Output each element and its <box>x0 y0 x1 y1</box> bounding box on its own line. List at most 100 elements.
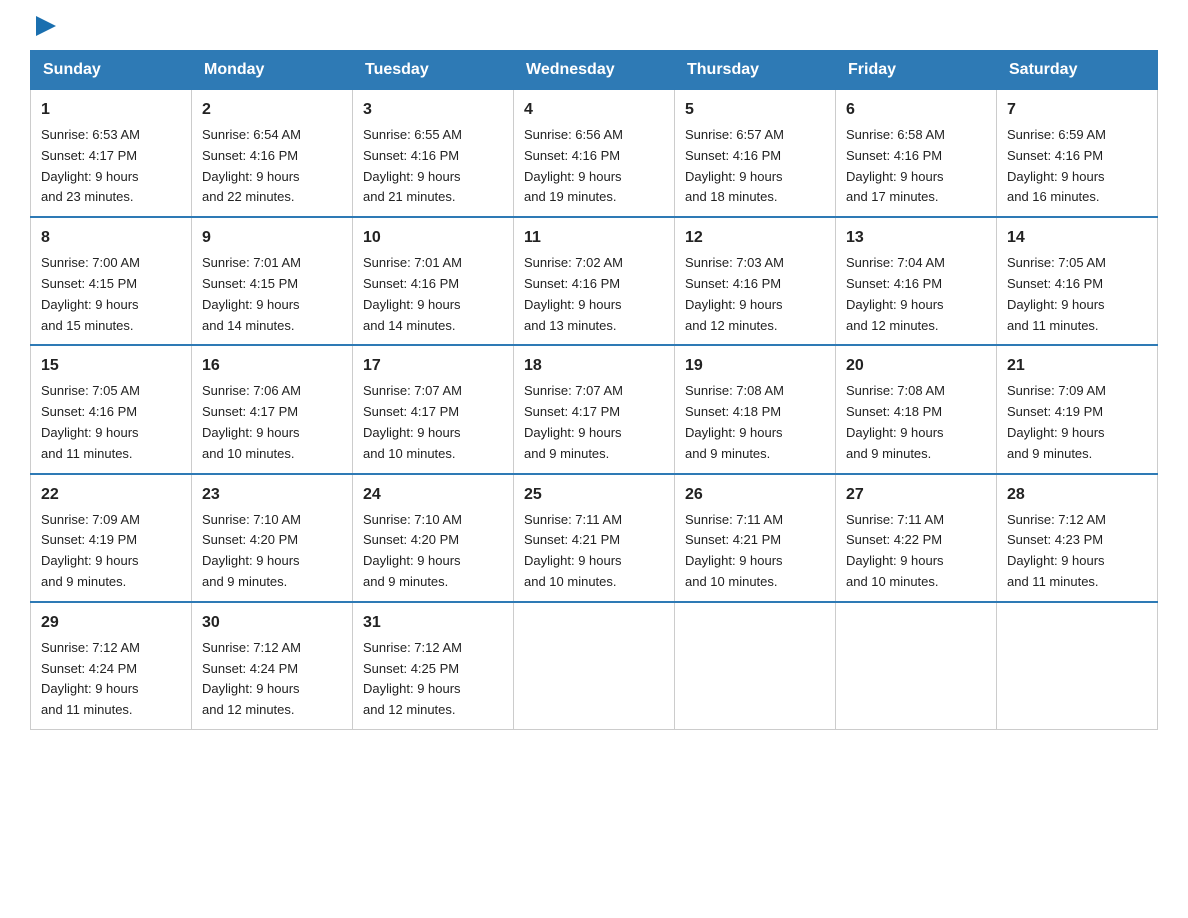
day-info: Sunrise: 7:06 AM Sunset: 4:17 PM Dayligh… <box>202 383 301 460</box>
calendar-cell: 24 Sunrise: 7:10 AM Sunset: 4:20 PM Dayl… <box>353 474 514 602</box>
calendar-cell: 17 Sunrise: 7:07 AM Sunset: 4:17 PM Dayl… <box>353 345 514 473</box>
day-number: 10 <box>363 226 503 250</box>
calendar-header-wednesday: Wednesday <box>514 51 675 90</box>
calendar-cell: 18 Sunrise: 7:07 AM Sunset: 4:17 PM Dayl… <box>514 345 675 473</box>
calendar-week-row: 22 Sunrise: 7:09 AM Sunset: 4:19 PM Dayl… <box>31 474 1158 602</box>
calendar-cell: 13 Sunrise: 7:04 AM Sunset: 4:16 PM Dayl… <box>836 217 997 345</box>
day-info: Sunrise: 7:12 AM Sunset: 4:25 PM Dayligh… <box>363 640 462 717</box>
day-info: Sunrise: 6:58 AM Sunset: 4:16 PM Dayligh… <box>846 127 945 204</box>
calendar-header-tuesday: Tuesday <box>353 51 514 90</box>
day-number: 22 <box>41 483 181 507</box>
day-info: Sunrise: 6:59 AM Sunset: 4:16 PM Dayligh… <box>1007 127 1106 204</box>
day-info: Sunrise: 7:11 AM Sunset: 4:21 PM Dayligh… <box>685 512 783 589</box>
calendar-cell: 8 Sunrise: 7:00 AM Sunset: 4:15 PM Dayli… <box>31 217 192 345</box>
calendar-cell: 16 Sunrise: 7:06 AM Sunset: 4:17 PM Dayl… <box>192 345 353 473</box>
calendar-cell <box>836 602 997 730</box>
calendar-header-friday: Friday <box>836 51 997 90</box>
day-info: Sunrise: 7:07 AM Sunset: 4:17 PM Dayligh… <box>363 383 462 460</box>
day-number: 5 <box>685 98 825 122</box>
calendar-header-row: SundayMondayTuesdayWednesdayThursdayFrid… <box>31 51 1158 90</box>
calendar-cell: 3 Sunrise: 6:55 AM Sunset: 4:16 PM Dayli… <box>353 90 514 218</box>
calendar-cell: 10 Sunrise: 7:01 AM Sunset: 4:16 PM Dayl… <box>353 217 514 345</box>
day-number: 25 <box>524 483 664 507</box>
calendar-cell: 5 Sunrise: 6:57 AM Sunset: 4:16 PM Dayli… <box>675 90 836 218</box>
day-number: 19 <box>685 354 825 378</box>
day-number: 18 <box>524 354 664 378</box>
calendar-cell: 30 Sunrise: 7:12 AM Sunset: 4:24 PM Dayl… <box>192 602 353 730</box>
day-info: Sunrise: 7:05 AM Sunset: 4:16 PM Dayligh… <box>41 383 140 460</box>
day-number: 16 <box>202 354 342 378</box>
calendar-cell: 15 Sunrise: 7:05 AM Sunset: 4:16 PM Dayl… <box>31 345 192 473</box>
day-number: 28 <box>1007 483 1147 507</box>
day-number: 27 <box>846 483 986 507</box>
calendar-cell: 4 Sunrise: 6:56 AM Sunset: 4:16 PM Dayli… <box>514 90 675 218</box>
day-number: 24 <box>363 483 503 507</box>
day-info: Sunrise: 7:12 AM Sunset: 4:23 PM Dayligh… <box>1007 512 1106 589</box>
day-info: Sunrise: 7:04 AM Sunset: 4:16 PM Dayligh… <box>846 255 945 332</box>
calendar-table: SundayMondayTuesdayWednesdayThursdayFrid… <box>30 50 1158 730</box>
calendar-cell: 20 Sunrise: 7:08 AM Sunset: 4:18 PM Dayl… <box>836 345 997 473</box>
day-info: Sunrise: 6:56 AM Sunset: 4:16 PM Dayligh… <box>524 127 623 204</box>
logo <box>30 20 60 40</box>
day-number: 23 <box>202 483 342 507</box>
calendar-cell <box>514 602 675 730</box>
day-info: Sunrise: 6:57 AM Sunset: 4:16 PM Dayligh… <box>685 127 784 204</box>
calendar-cell: 31 Sunrise: 7:12 AM Sunset: 4:25 PM Dayl… <box>353 602 514 730</box>
day-info: Sunrise: 7:10 AM Sunset: 4:20 PM Dayligh… <box>363 512 462 589</box>
calendar-week-row: 15 Sunrise: 7:05 AM Sunset: 4:16 PM Dayl… <box>31 345 1158 473</box>
calendar-cell: 2 Sunrise: 6:54 AM Sunset: 4:16 PM Dayli… <box>192 90 353 218</box>
day-number: 7 <box>1007 98 1147 122</box>
calendar-header-sunday: Sunday <box>31 51 192 90</box>
calendar-header-thursday: Thursday <box>675 51 836 90</box>
calendar-cell: 14 Sunrise: 7:05 AM Sunset: 4:16 PM Dayl… <box>997 217 1158 345</box>
day-info: Sunrise: 7:08 AM Sunset: 4:18 PM Dayligh… <box>846 383 945 460</box>
day-info: Sunrise: 7:00 AM Sunset: 4:15 PM Dayligh… <box>41 255 140 332</box>
day-number: 4 <box>524 98 664 122</box>
calendar-cell: 23 Sunrise: 7:10 AM Sunset: 4:20 PM Dayl… <box>192 474 353 602</box>
day-info: Sunrise: 7:10 AM Sunset: 4:20 PM Dayligh… <box>202 512 301 589</box>
day-info: Sunrise: 7:12 AM Sunset: 4:24 PM Dayligh… <box>41 640 140 717</box>
day-info: Sunrise: 7:11 AM Sunset: 4:21 PM Dayligh… <box>524 512 622 589</box>
day-info: Sunrise: 7:03 AM Sunset: 4:16 PM Dayligh… <box>685 255 784 332</box>
calendar-cell: 25 Sunrise: 7:11 AM Sunset: 4:21 PM Dayl… <box>514 474 675 602</box>
calendar-header-monday: Monday <box>192 51 353 90</box>
calendar-cell: 28 Sunrise: 7:12 AM Sunset: 4:23 PM Dayl… <box>997 474 1158 602</box>
calendar-cell: 22 Sunrise: 7:09 AM Sunset: 4:19 PM Dayl… <box>31 474 192 602</box>
day-info: Sunrise: 7:01 AM Sunset: 4:15 PM Dayligh… <box>202 255 301 332</box>
calendar-cell <box>997 602 1158 730</box>
day-info: Sunrise: 6:53 AM Sunset: 4:17 PM Dayligh… <box>41 127 140 204</box>
day-number: 9 <box>202 226 342 250</box>
day-info: Sunrise: 7:01 AM Sunset: 4:16 PM Dayligh… <box>363 255 462 332</box>
day-info: Sunrise: 7:02 AM Sunset: 4:16 PM Dayligh… <box>524 255 623 332</box>
day-number: 21 <box>1007 354 1147 378</box>
day-number: 2 <box>202 98 342 122</box>
page-header <box>30 20 1158 40</box>
day-number: 20 <box>846 354 986 378</box>
day-info: Sunrise: 7:09 AM Sunset: 4:19 PM Dayligh… <box>1007 383 1106 460</box>
calendar-cell: 7 Sunrise: 6:59 AM Sunset: 4:16 PM Dayli… <box>997 90 1158 218</box>
day-info: Sunrise: 6:54 AM Sunset: 4:16 PM Dayligh… <box>202 127 301 204</box>
calendar-cell: 26 Sunrise: 7:11 AM Sunset: 4:21 PM Dayl… <box>675 474 836 602</box>
calendar-week-row: 1 Sunrise: 6:53 AM Sunset: 4:17 PM Dayli… <box>31 90 1158 218</box>
day-info: Sunrise: 7:08 AM Sunset: 4:18 PM Dayligh… <box>685 383 784 460</box>
day-number: 3 <box>363 98 503 122</box>
calendar-cell: 6 Sunrise: 6:58 AM Sunset: 4:16 PM Dayli… <box>836 90 997 218</box>
calendar-week-row: 8 Sunrise: 7:00 AM Sunset: 4:15 PM Dayli… <box>31 217 1158 345</box>
day-number: 17 <box>363 354 503 378</box>
day-number: 31 <box>363 611 503 635</box>
calendar-cell: 21 Sunrise: 7:09 AM Sunset: 4:19 PM Dayl… <box>997 345 1158 473</box>
day-info: Sunrise: 6:55 AM Sunset: 4:16 PM Dayligh… <box>363 127 462 204</box>
logo-triangle-icon <box>32 12 60 40</box>
day-number: 6 <box>846 98 986 122</box>
day-number: 11 <box>524 226 664 250</box>
calendar-header-saturday: Saturday <box>997 51 1158 90</box>
calendar-cell: 12 Sunrise: 7:03 AM Sunset: 4:16 PM Dayl… <box>675 217 836 345</box>
calendar-cell: 1 Sunrise: 6:53 AM Sunset: 4:17 PM Dayli… <box>31 90 192 218</box>
calendar-cell <box>675 602 836 730</box>
day-number: 8 <box>41 226 181 250</box>
calendar-cell: 19 Sunrise: 7:08 AM Sunset: 4:18 PM Dayl… <box>675 345 836 473</box>
calendar-cell: 9 Sunrise: 7:01 AM Sunset: 4:15 PM Dayli… <box>192 217 353 345</box>
day-number: 26 <box>685 483 825 507</box>
day-info: Sunrise: 7:12 AM Sunset: 4:24 PM Dayligh… <box>202 640 301 717</box>
calendar-cell: 11 Sunrise: 7:02 AM Sunset: 4:16 PM Dayl… <box>514 217 675 345</box>
